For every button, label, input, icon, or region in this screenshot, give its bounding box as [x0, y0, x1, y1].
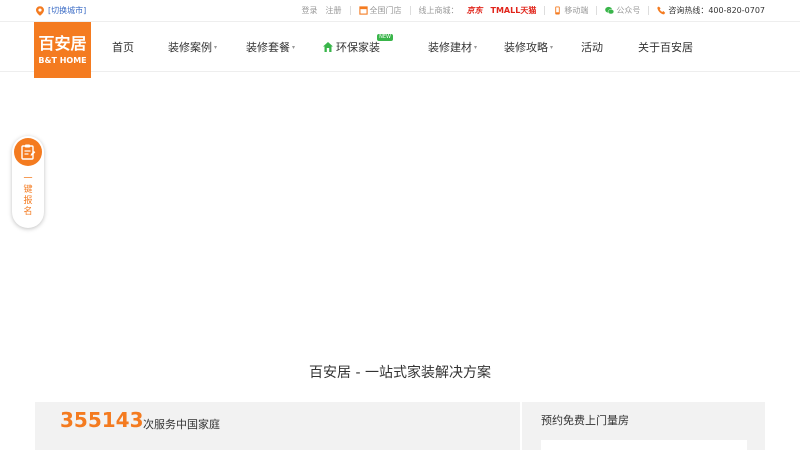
nav-item-cases[interactable]: 装修案例 ▾ [168, 39, 217, 55]
wechat-icon [605, 6, 615, 15]
nav-item-eco[interactable]: 环保家装 NEW [322, 34, 393, 55]
wechat-label: 公众号 [616, 6, 641, 15]
families-served-count: 355143 [60, 408, 144, 432]
mobile-label: 移动端 [564, 6, 589, 15]
nav-label: 装修套餐 [246, 41, 290, 54]
nav-label: 装修建材 [428, 41, 472, 54]
divider [544, 6, 546, 15]
booking-panel: 预约免费上门量房 [522, 402, 765, 450]
section-title: 百安居 - 一站式家装解决方案 [309, 365, 491, 381]
city-switcher[interactable]: [切换城市] [36, 5, 86, 16]
main-nav: 首页 装修案例 ▾ 装修套餐 ▾ 环保家装 NEW 装修建材 ▾ 装修攻略 ▾ 活动 关… [0, 22, 800, 72]
quick-signup-label: 一键报名 [23, 174, 33, 217]
caret-down-icon: ▾ [292, 43, 296, 51]
mobile-link[interactable]: 移动端 [553, 5, 588, 16]
phone-icon [657, 6, 666, 15]
quick-signup-widget[interactable]: 一键报名 [12, 136, 44, 228]
families-served-label: 次服务中国家庭 [143, 418, 220, 431]
brand-logo[interactable]: 百安居 B&T HOME [34, 22, 91, 78]
caret-down-icon: ▾ [214, 43, 218, 51]
nav-item-home[interactable]: 首页 [112, 39, 134, 55]
nav-label: 装修案例 [168, 41, 212, 54]
logo-en-text: B&T HOME [38, 55, 87, 65]
online-mall-label: 线上商城： [418, 6, 459, 15]
stores-label: 全国门店 [369, 6, 402, 15]
nav-item-materials[interactable]: 装修建材 ▾ [428, 39, 477, 55]
divider [409, 6, 411, 15]
nav-item-events[interactable]: 活动 [581, 39, 603, 55]
clipboard-icon [14, 138, 42, 166]
nav-item-about[interactable]: 关于百安居 [638, 39, 693, 55]
nav-label: 装修攻略 [504, 41, 548, 54]
caret-down-icon: ▾ [474, 43, 478, 51]
wechat-link[interactable]: 公众号 [605, 5, 640, 16]
nav-label: 关于百安居 [638, 41, 693, 54]
location-pin-icon [36, 5, 44, 16]
hotline: 咨询热线：400-820-0707 [657, 5, 765, 16]
tmall-link[interactable]: TMALL天猫 [491, 5, 537, 16]
nav-item-packages[interactable]: 装修套餐 ▾ [246, 39, 295, 55]
divider [648, 6, 650, 15]
page: [切换城市] 登录 注册 全国门店 线上商城： 京东 TMALL天猫 移动端 公… [0, 0, 800, 450]
top-bar: [切换城市] 登录 注册 全国门店 线上商城： 京东 TMALL天猫 移动端 公… [0, 0, 800, 22]
city-switch-link[interactable]: [切换城市] [48, 5, 86, 16]
jd-link[interactable]: 京东 [467, 5, 483, 16]
booking-title: 预约免费上门量房 [541, 414, 629, 427]
nav-label: 活动 [581, 41, 603, 54]
login-link[interactable]: 登录 [302, 5, 318, 16]
stats-panel: 355143 次服务中国家庭 [35, 402, 520, 450]
new-badge: NEW [377, 34, 393, 41]
nav-label: 环保家装 [336, 41, 380, 54]
register-link[interactable]: 注册 [326, 5, 342, 16]
nav-item-guides[interactable]: 装修攻略 ▾ [504, 39, 553, 55]
mobile-phone-icon [555, 6, 561, 15]
nav-label: 首页 [112, 41, 134, 54]
store-icon [358, 6, 368, 15]
logo-cn-text: 百安居 [38, 33, 87, 53]
house-icon [323, 42, 333, 52]
hotline-text: 咨询热线：400-820-0707 [668, 6, 765, 15]
caret-down-icon: ▾ [550, 43, 554, 51]
top-links: 登录 注册 全国门店 线上商城： 京东 TMALL天猫 移动端 公众号 咨询热线… [294, 5, 765, 16]
stores-link[interactable]: 全国门店 [358, 5, 402, 16]
booking-name-field[interactable] [541, 440, 747, 450]
divider [349, 6, 351, 15]
divider [596, 6, 598, 15]
